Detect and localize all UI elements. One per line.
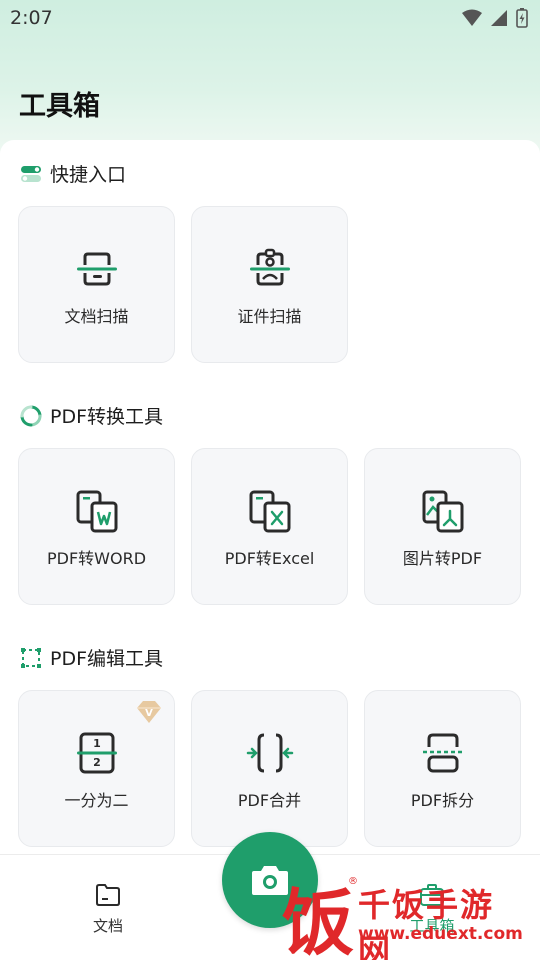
split-icon: [422, 733, 463, 773]
edit-frame-icon: [21, 647, 41, 668]
card-pdf-merge[interactable]: PDF合并: [191, 690, 348, 847]
card-label: 一分为二: [64, 791, 129, 810]
folder-icon: [96, 884, 120, 906]
svg-text:2: 2: [93, 756, 101, 769]
battery-icon: [516, 8, 528, 28]
wifi-icon: [462, 9, 482, 26]
card-label: PDF转WORD: [46, 549, 147, 568]
pdf-to-excel-icon: [249, 490, 290, 533]
doc-scan-icon: [76, 252, 117, 286]
card-split-in-two[interactable]: V 1 2 一分为二: [18, 690, 175, 847]
split-in-two-icon: 1 2: [76, 732, 117, 774]
merge-icon: [246, 733, 293, 773]
card-pdf-split[interactable]: PDF拆分: [364, 690, 521, 847]
card-label: 证件扫描: [237, 307, 302, 326]
section-title-pdf-convert: PDF转换工具: [20, 402, 163, 429]
watermark-logo-char: 饭: [282, 880, 355, 960]
card-label: 图片转PDF: [402, 549, 483, 568]
nav-item-label: 文档: [92, 917, 123, 935]
card-doc-scan[interactable]: 文档扫描: [18, 206, 175, 363]
id-scan-icon: [249, 248, 290, 286]
signal-icon: [491, 10, 507, 26]
image-to-pdf-icon: [422, 490, 463, 533]
card-id-scan[interactable]: 证件扫描: [191, 206, 348, 363]
svg-text:1: 1: [93, 737, 101, 750]
nav-item-documents[interactable]: 文档: [68, 881, 148, 936]
section-title-label: 快捷入口: [50, 164, 127, 186]
status-time: 2:07: [10, 7, 53, 29]
card-label: 文档扫描: [64, 307, 129, 326]
watermark-url: www.eduext.com: [358, 924, 523, 944]
card-label: PDF转Excel: [224, 549, 315, 568]
convert-icon: [20, 405, 42, 426]
section-title-quick-entry: 快捷入口: [20, 160, 126, 187]
page-title: 工具箱: [19, 91, 100, 122]
pdf-to-word-icon: [76, 490, 117, 533]
site-watermark: 饭 ® 千饭手游网 www.eduext.com: [282, 876, 526, 960]
section-title-label: PDF编辑工具: [50, 648, 164, 670]
watermark-site-name: 千饭手游网: [358, 886, 495, 960]
card-label: PDF合并: [237, 791, 302, 810]
card-image-to-pdf[interactable]: 图片转PDF: [364, 448, 521, 605]
section-title-label: PDF转换工具: [50, 406, 164, 428]
card-pdf-to-excel[interactable]: PDF转Excel: [191, 448, 348, 605]
toggle-icon: [21, 165, 41, 182]
card-label: PDF拆分: [410, 791, 475, 810]
vip-diamond-icon: V: [137, 701, 161, 723]
status-icons: [462, 8, 528, 28]
watermark-registered-mark: ®: [348, 876, 358, 887]
vip-badge-text: V: [145, 708, 153, 719]
status-bar: 2:07: [0, 0, 540, 36]
section-title-pdf-edit: PDF编辑工具: [20, 644, 163, 671]
card-pdf-to-word[interactable]: PDF转WORD: [18, 448, 175, 605]
